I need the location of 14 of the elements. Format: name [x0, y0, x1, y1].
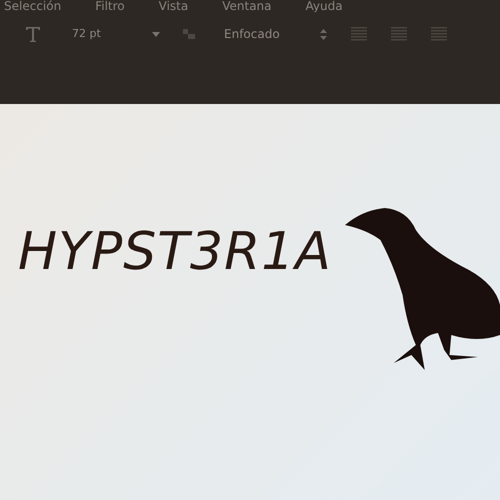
stepper-icon[interactable]: [320, 28, 327, 40]
align-icon[interactable]: [431, 27, 447, 41]
text-tool-icon[interactable]: [26, 26, 40, 42]
align-icon[interactable]: [351, 27, 367, 41]
menu-item[interactable]: Vista: [158, 0, 188, 12]
font-size-field[interactable]: 72 pt: [72, 26, 142, 42]
menu-item[interactable]: Filtro: [95, 0, 125, 12]
menu-item[interactable]: Ventana: [222, 0, 272, 12]
antialias-dropdown[interactable]: Enfocado: [224, 25, 310, 43]
menu-item[interactable]: Selección: [4, 0, 62, 12]
align-icon[interactable]: [391, 27, 407, 41]
canvas-text: HYPST3R1A: [18, 222, 332, 282]
antialias-icon: [182, 28, 196, 40]
dropdown-caret-icon[interactable]: [152, 32, 160, 36]
